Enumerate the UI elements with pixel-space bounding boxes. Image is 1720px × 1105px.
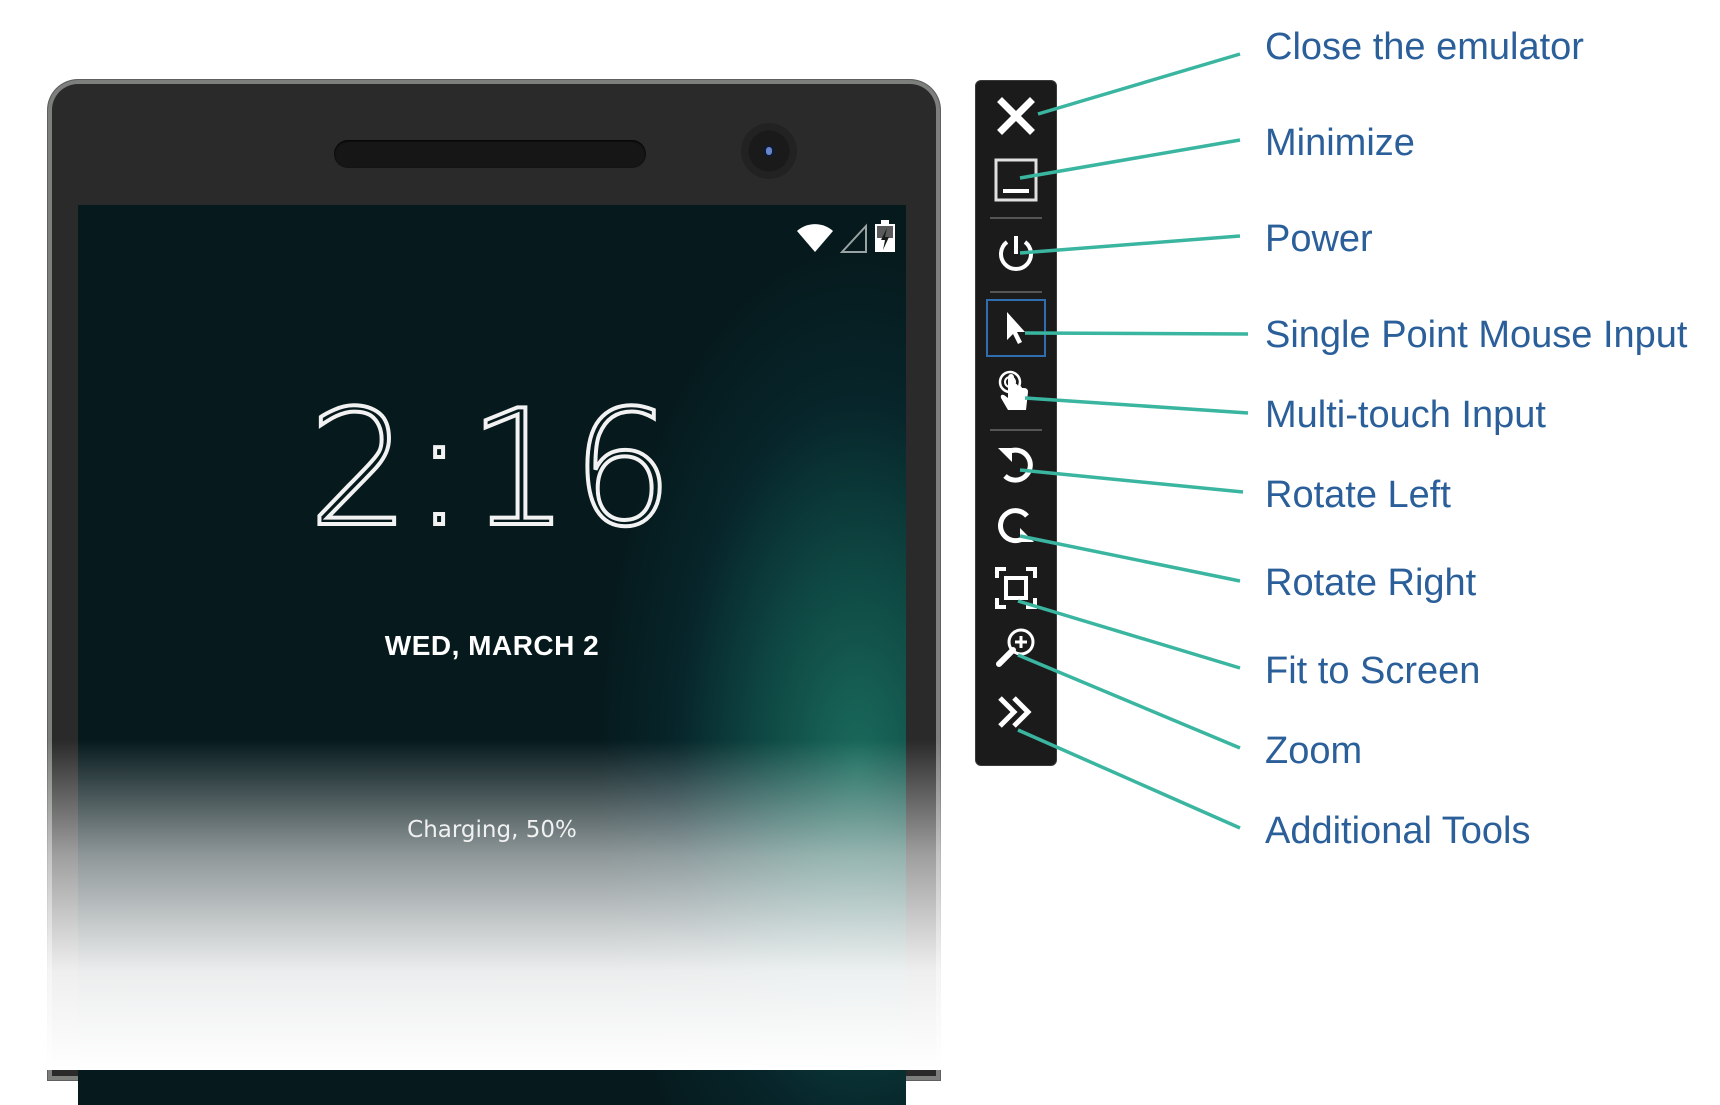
callout-minimize: Minimize [1265,122,1415,164]
callout-rotate-left: Rotate Left [1265,474,1451,516]
callout-close: Close the emulator [1265,26,1584,68]
callout-lines [1017,52,1249,830]
callout-multi-touch-input: Multi-touch Input [1265,394,1546,436]
callout-rotate-right: Rotate Right [1265,562,1477,604]
callout-single-point-mouse-input: Single Point Mouse Input [1265,314,1688,356]
callout-power: Power [1265,218,1373,260]
callout-zoom: Zoom [1265,730,1363,772]
callout-additional-tools: Additional Tools [1265,810,1531,852]
callout-fit-to-screen: Fit to Screen [1265,650,1481,692]
